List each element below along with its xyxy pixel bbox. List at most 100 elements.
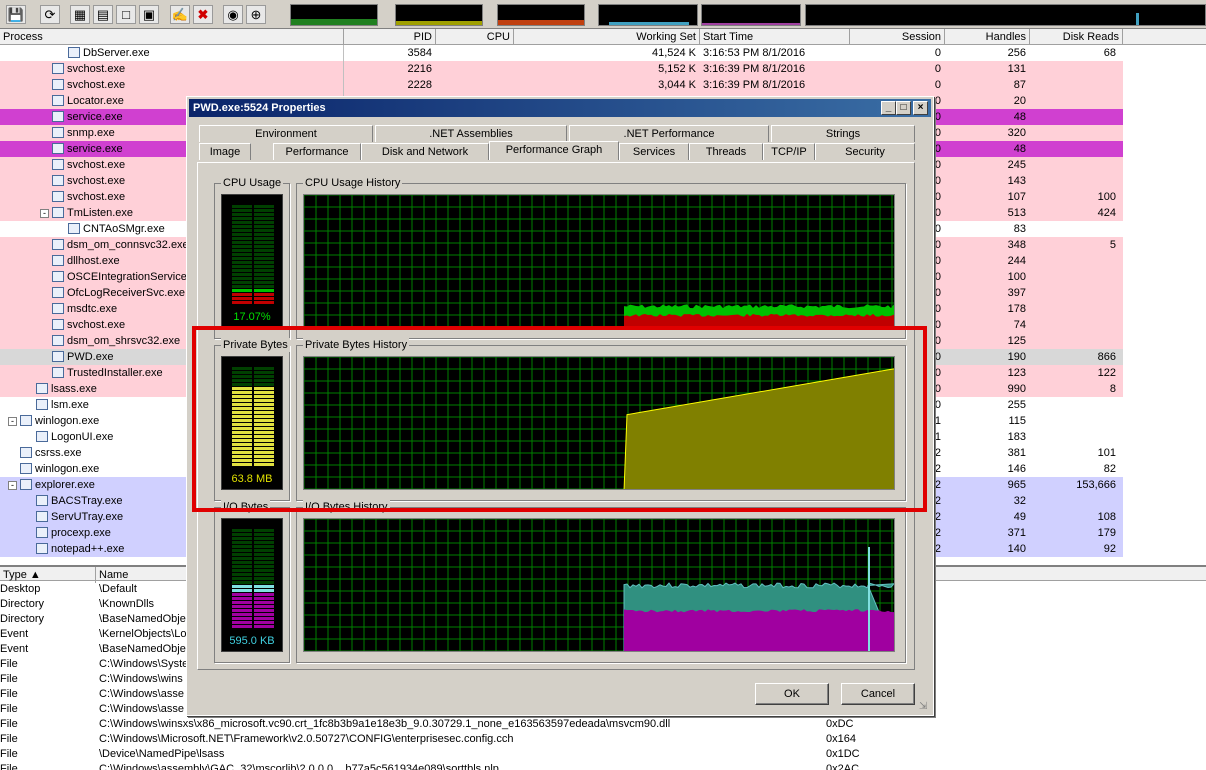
tab-performance[interactable]: Performance [273, 143, 361, 160]
process-name: dllhost.exe [67, 255, 120, 267]
disk-mini-graph[interactable] [805, 4, 1206, 26]
column-handles[interactable]: Handles [945, 29, 1030, 45]
gauge-segment [232, 529, 252, 532]
cpu-mini-graph[interactable] [290, 4, 378, 26]
gauge-segment [232, 273, 252, 276]
handle-row[interactable]: File C:\Windows\winsxs\x86_microsoft.vc90… [0, 717, 1206, 732]
process-name: OfcLogReceiverSvc.exe [67, 287, 185, 299]
process-reads-cell [1030, 333, 1116, 349]
window-icon[interactable]: □ [116, 5, 136, 24]
gauge-segment [232, 577, 252, 580]
process-row[interactable]: svchost.exe 2216 5,152 K 3:16:39 PM 8/1/201… [0, 61, 1123, 77]
collapse-icon[interactable]: - [40, 209, 49, 218]
column-pid[interactable]: PID [344, 29, 436, 45]
tab-strings[interactable]: Strings [771, 125, 915, 142]
find-icon[interactable]: ◉ [223, 5, 243, 24]
gauge-segment [254, 545, 274, 548]
target-icon[interactable]: ⊕ [246, 5, 266, 24]
gauge-segment [254, 229, 274, 232]
network-mini-graph[interactable] [701, 4, 801, 26]
handle-value-cell: 0x2AC [826, 763, 860, 770]
io-mini-graph[interactable] [598, 4, 698, 26]
process-name: TrustedInstaller.exe [67, 367, 163, 379]
tab-security[interactable]: Security [815, 143, 915, 160]
process-reads-cell: 122 [1097, 367, 1116, 379]
tab-threads[interactable]: Threads [689, 143, 763, 160]
handle-row[interactable]: File C:\Windows\Microsoft.NET\Framework\v… [0, 732, 1206, 747]
maximize-icon[interactable]: □ [896, 101, 911, 115]
resize-grip-icon[interactable]: ⇲ [919, 701, 931, 713]
column-type[interactable]: Type ▲ [0, 567, 96, 583]
process-handles-cell: 244 [1007, 255, 1026, 267]
gauge-segment [232, 205, 252, 208]
commit-mini-graph[interactable] [395, 4, 483, 26]
handle-value-cell: 0x164 [826, 733, 856, 745]
process-icon [20, 415, 32, 426]
gauge-segment [232, 289, 252, 292]
process-reads-cell: 866 [1097, 351, 1116, 363]
system-info-icon[interactable]: ▦ [70, 5, 90, 24]
gauge-segment [254, 225, 274, 228]
process-name: TmListen.exe [67, 207, 134, 219]
process-row[interactable]: DbServer.exe 3584 41,524 K 3:16:53 PM 8/1/2… [0, 45, 1123, 61]
cancel-button[interactable]: Cancel [841, 683, 915, 705]
tab-environment[interactable]: Environment [199, 125, 373, 142]
cpu-usage-label: CPU Usage [221, 176, 284, 190]
gauge-segment [232, 553, 252, 556]
column-cpu[interactable]: CPU [436, 29, 514, 45]
process-reads-cell: 68 [1103, 47, 1116, 59]
tab-net-assemblies[interactable]: .NET Assemblies [375, 125, 567, 142]
refresh-icon[interactable]: ⟳ [40, 5, 60, 24]
tab-image[interactable]: Image [199, 143, 251, 160]
ok-button[interactable]: OK [755, 683, 829, 705]
column-session[interactable]: Session [850, 29, 945, 45]
options-icon[interactable]: ✍ [170, 5, 190, 24]
close-icon[interactable]: × [913, 101, 928, 115]
tab-tcp-ip[interactable]: TCP/IP [763, 143, 815, 160]
gauge-segment [232, 297, 252, 300]
process-icon [36, 495, 48, 506]
process-name: svchost.exe [67, 319, 126, 331]
save-icon[interactable]: 💾 [6, 5, 26, 24]
tab-net-performance[interactable]: .NET Performance [569, 125, 769, 142]
process-handles-cell: 245 [1007, 159, 1026, 171]
handle-type-cell: File [0, 748, 18, 760]
column-start-time[interactable]: Start Time [700, 29, 850, 45]
collapse-icon[interactable]: - [8, 417, 17, 426]
process-reads-cell [1030, 301, 1116, 317]
main-toolbar: 💾 ⟳ ▦ ▤ □ ▣ ✍ ✖ ◉ ⊕ [0, 0, 1206, 29]
gauge-segment [254, 537, 274, 540]
process-name: svchost.exe [67, 79, 126, 91]
dialog-titlebar[interactable]: PWD.exe:5524 Properties _ □ × [189, 99, 931, 117]
gauge-segment [254, 209, 274, 212]
kill-process-icon[interactable]: ✖ [193, 5, 213, 24]
process-reads-cell [1030, 253, 1116, 269]
gauge-segment [254, 541, 274, 544]
gauge-segment [232, 261, 252, 264]
process-icon [36, 527, 48, 538]
handle-row[interactable]: File C:\Windows\assembly\GAC_32\mscorlib\… [0, 762, 1206, 770]
collapse-icon[interactable]: - [8, 481, 17, 490]
physical-mini-graph[interactable] [497, 4, 585, 26]
properties-icon[interactable]: ▤ [93, 5, 113, 24]
process-row[interactable]: svchost.exe 2228 3,044 K 3:16:39 PM 8/1/201… [0, 77, 1123, 93]
column-working-set[interactable]: Working Set [514, 29, 700, 45]
column-disk-reads[interactable]: Disk Reads [1030, 29, 1123, 45]
column-process[interactable]: Process [0, 29, 344, 45]
gauge-segment [232, 229, 252, 232]
gauge-segment [254, 529, 274, 532]
process-name: ServUTray.exe [51, 511, 124, 523]
gauge-segment [254, 625, 274, 628]
tab-services[interactable]: Services [619, 143, 689, 160]
process-name: svchost.exe [67, 159, 126, 171]
process-icon [52, 239, 64, 250]
sort-ascending-icon: ▲ [29, 569, 41, 581]
find-window-icon[interactable]: ▣ [139, 5, 159, 24]
process-name: service.exe [67, 143, 123, 155]
tab-disk-and-network[interactable]: Disk and Network [361, 143, 489, 160]
handle-row[interactable]: File \Device\NamedPipe\lsass 0x1DC [0, 747, 1206, 762]
tab-performance-graph[interactable]: Performance Graph [489, 141, 619, 160]
minimize-icon[interactable]: _ [881, 101, 896, 115]
process-reads-cell [1030, 493, 1116, 509]
process-ws-cell: 3,044 K [658, 79, 696, 91]
